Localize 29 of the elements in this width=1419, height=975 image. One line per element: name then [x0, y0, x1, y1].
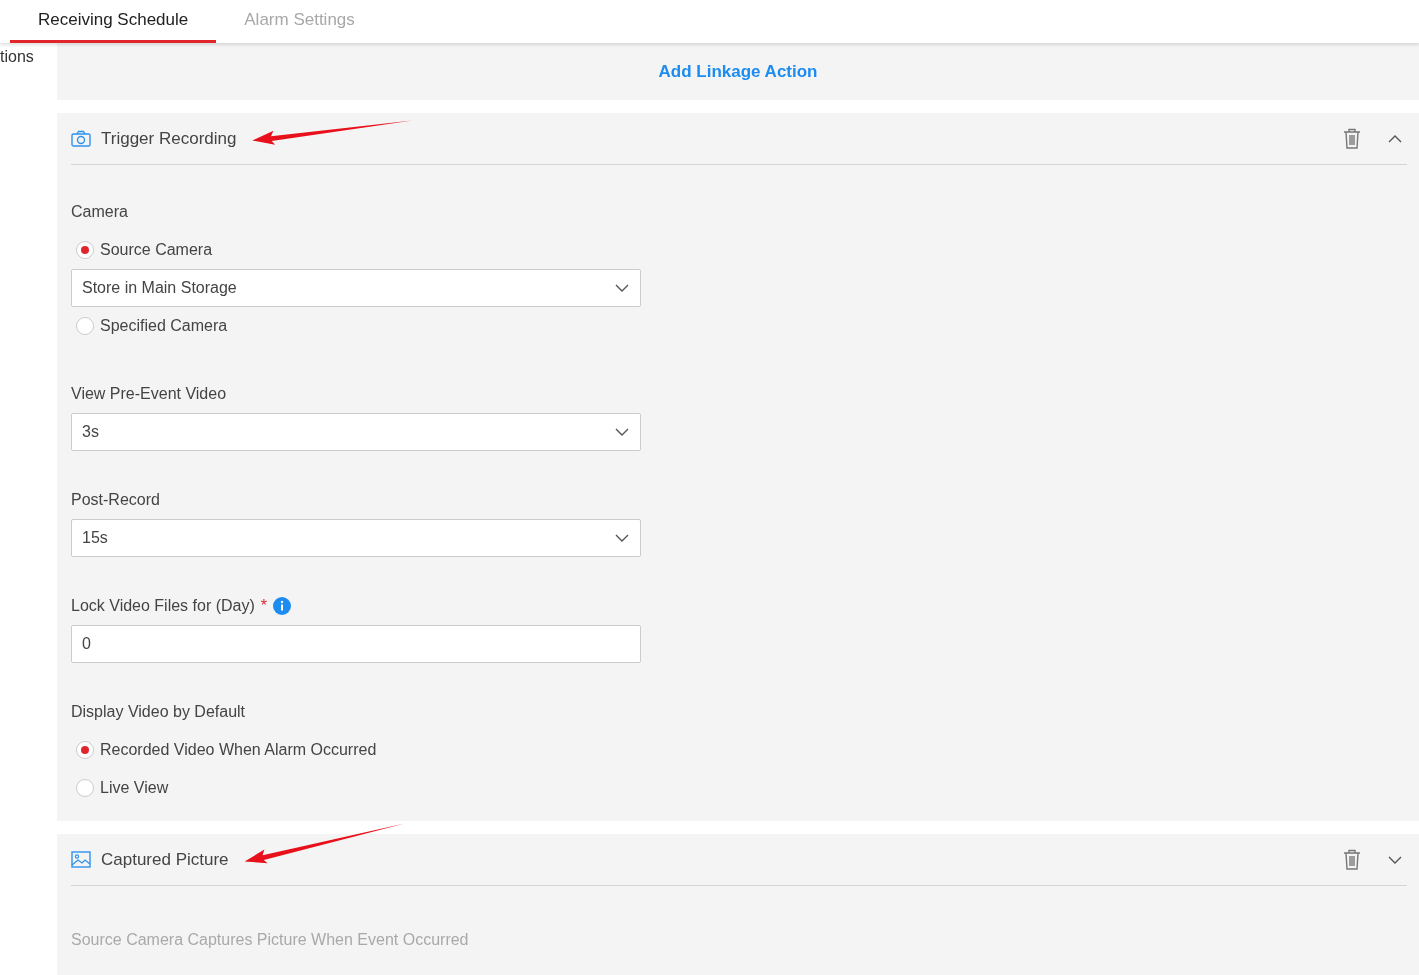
description-text: Source Camera Captures Picture When Event Occurred [71, 930, 470, 950]
radio-button[interactable] [76, 241, 94, 259]
field-label: Post-Record [71, 490, 160, 510]
field-label: View Pre-Event Video [71, 384, 227, 404]
chevron-down-icon [614, 282, 630, 294]
radio-label[interactable]: Specified Camera [100, 314, 228, 338]
dropdown-field[interactable]: 3s [71, 413, 641, 451]
camera-icon [71, 130, 91, 147]
field-label: Display Video by Default [71, 702, 246, 722]
chevron-down-icon [614, 532, 630, 544]
required-asterisk: * [260, 596, 267, 616]
radio-label[interactable]: Source Camera [100, 238, 213, 262]
radio-button[interactable] [76, 779, 94, 797]
radio-button[interactable] [76, 317, 94, 335]
section-title: Trigger Recording [101, 127, 237, 150]
field-label: Camera [71, 202, 128, 222]
input-field[interactable]: 0 [71, 625, 641, 663]
chevron-down-icon [614, 426, 630, 438]
dropdown-field[interactable]: 15s [71, 519, 641, 557]
trash-icon [1343, 128, 1361, 149]
trash-icon [1343, 849, 1361, 870]
section-title: Captured Picture [101, 848, 229, 871]
picture-icon [71, 851, 91, 868]
radio-label[interactable]: Recorded Video When Alarm Occurred [100, 738, 377, 762]
dropdown-field[interactable]: Store in Main Storage [71, 269, 641, 307]
radio-button[interactable] [76, 741, 94, 759]
sidebar-text: tions [0, 47, 35, 67]
field-label: Lock Video Files for (Day) [71, 596, 255, 616]
radio-label[interactable]: Live View [100, 776, 169, 800]
